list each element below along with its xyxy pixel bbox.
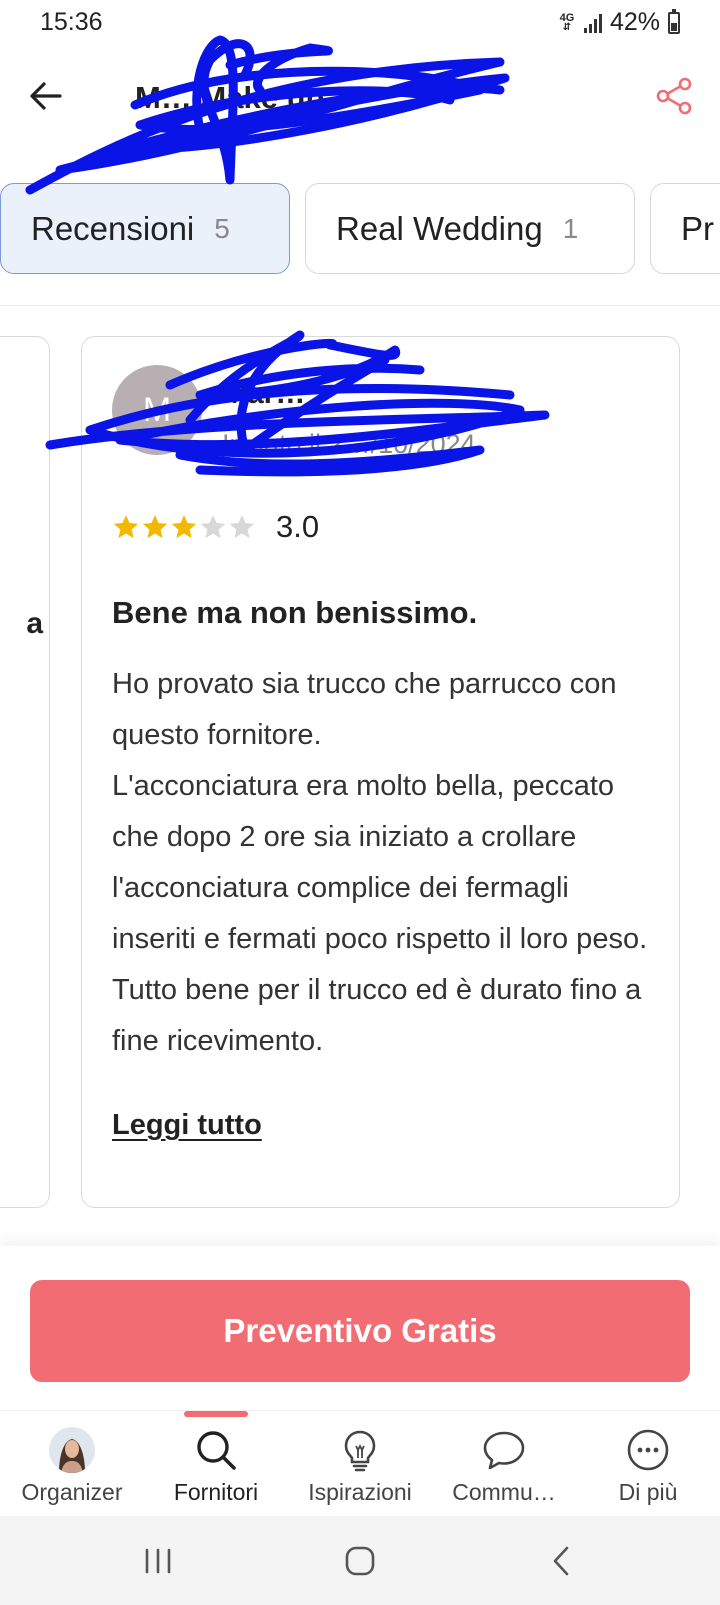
nav-item-ispirazioni[interactable]: Ispirazioni — [288, 1411, 432, 1517]
rating-row: 3.0 — [112, 509, 319, 545]
cta-area: Preventivo Gratis — [0, 1246, 720, 1410]
tab-partial[interactable]: Pr — [650, 183, 720, 274]
star-empty-icon — [200, 515, 226, 539]
status-bar: 15:36 4G ⇵ 42% — [0, 0, 720, 48]
share-icon[interactable] — [654, 76, 694, 116]
status-time: 15:36 — [40, 8, 103, 36]
page-title: M… Make up — [135, 80, 325, 115]
lightbulb-icon — [344, 1430, 376, 1472]
rating-value: 3.0 — [276, 509, 320, 544]
tab-count: 5 — [214, 212, 230, 244]
previous-card-text: a — [26, 607, 43, 640]
nav-item-fornitori[interactable]: Fornitori — [144, 1411, 288, 1517]
avatar: M — [112, 365, 202, 455]
tab-label: Real Wedding — [336, 209, 543, 247]
signal-strength-icon — [583, 13, 602, 33]
free-quote-button[interactable]: Preventivo Gratis — [30, 1280, 690, 1382]
nav-label: Fornitori — [173, 1479, 259, 1505]
reviewer-name: Mar… — [222, 377, 306, 410]
review-date: Inviato il 2…/10/2024 — [222, 429, 476, 459]
reviews-carousel[interactable]: a M Mar… Inviato il 2…/10/2024 3.0 Bene … — [0, 306, 720, 1246]
star-filled-icon — [171, 515, 197, 539]
active-indicator — [184, 1411, 248, 1417]
star-empty-icon — [229, 515, 255, 539]
star-filled-icon — [113, 515, 139, 539]
recent-apps-icon[interactable] — [133, 1538, 183, 1584]
read-more-link[interactable]: Leggi tutto — [112, 1109, 262, 1142]
home-icon[interactable] — [335, 1538, 385, 1584]
tab-real-wedding[interactable]: Real Wedding 1 — [305, 183, 635, 274]
search-icon — [197, 1431, 236, 1470]
bottom-navigation: Organizer Fornitori Ispirazioni Commu… D… — [0, 1410, 720, 1516]
star-rating — [112, 513, 256, 541]
app-header: M… Make up — [0, 48, 720, 152]
tab-label: Recensioni — [31, 209, 195, 247]
status-indicators: 4G ⇵ 42% — [558, 8, 680, 37]
more-icon — [627, 1429, 669, 1471]
star-filled-icon — [142, 515, 168, 539]
app-screen: 15:36 4G ⇵ 42% M… Make up Recensioni 5 R… — [0, 0, 720, 1605]
battery-percentage: 42% — [609, 8, 660, 36]
battery-icon — [668, 8, 680, 34]
back-arrow-icon[interactable] — [26, 76, 66, 116]
review-card[interactable]: M Mar… Inviato il 2…/10/2024 3.0 Bene ma… — [81, 336, 680, 1208]
tab-recensioni[interactable]: Recensioni 5 — [0, 183, 290, 274]
network-type-icon: 4G ⇵ — [559, 12, 575, 33]
profile-photo — [49, 1427, 95, 1473]
system-back-icon[interactable] — [537, 1538, 587, 1584]
review-paragraph: Ho provato sia trucco che parrucco con q… — [112, 668, 617, 751]
chat-bubble-icon — [483, 1431, 525, 1470]
tabs-bar: Recensioni 5 Real Wedding 1 Pr — [0, 152, 720, 306]
review-title: Bene ma non benissimo. — [112, 595, 478, 630]
tab-label: Pr — [681, 209, 714, 247]
review-body: Ho provato sia trucco che parrucco con q… — [112, 659, 652, 1067]
review-paragraph: L'acconciatura era molto bella, peccato … — [112, 770, 648, 1057]
nav-label: Di più — [618, 1479, 678, 1505]
avatar-initial: M — [142, 390, 172, 429]
nav-label: Ispirazioni — [308, 1479, 412, 1505]
nav-item-organizer[interactable]: Organizer — [0, 1411, 144, 1517]
previous-review-card[interactable]: a — [0, 336, 50, 1208]
tab-count: 1 — [562, 212, 579, 244]
nav-item-more[interactable]: Di più — [576, 1411, 720, 1517]
nav-label: Commu… — [452, 1479, 556, 1505]
nav-item-community[interactable]: Commu… — [432, 1411, 576, 1517]
battery-fill — [671, 22, 677, 31]
nav-label: Organizer — [21, 1479, 123, 1505]
system-navigation-bar — [0, 1516, 720, 1605]
